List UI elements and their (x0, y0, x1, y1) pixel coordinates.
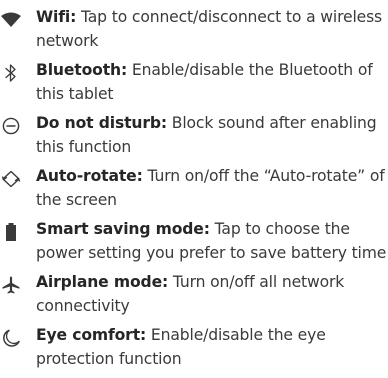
feature-text-do-not-disturb: Do not disturb: Block sound after enabli… (36, 112, 388, 159)
feature-text-eye-comfort: Eye comfort: Enable/disable the eye prot… (36, 324, 388, 371)
feature-title: Bluetooth: (36, 61, 128, 79)
eye-comfort-icon (0, 327, 22, 349)
feature-item-wifi: Wifi: Tap to connect/disconnect to a wir… (0, 6, 388, 53)
battery-icon (0, 221, 22, 243)
feature-item-auto-rotate: Auto-rotate: Turn on/off the “Auto-rotat… (0, 165, 388, 212)
feature-title: Auto-rotate: (36, 167, 143, 185)
feature-item-do-not-disturb: Do not disturb: Block sound after enabli… (0, 112, 388, 159)
do-not-disturb-icon (0, 115, 22, 137)
feature-text-wifi: Wifi: Tap to connect/disconnect to a wir… (36, 6, 388, 53)
wifi-icon (0, 9, 22, 31)
feature-title: Smart saving mode: (36, 220, 210, 238)
feature-title: Eye comfort: (36, 326, 147, 344)
feature-text-airplane-mode: Airplane mode: Turn on/off all network c… (36, 271, 388, 318)
feature-item-eye-comfort: Eye comfort: Enable/disable the eye prot… (0, 324, 388, 371)
auto-rotate-icon (0, 168, 22, 190)
feature-description: Tap to connect/disconnect to a wireless … (36, 8, 383, 50)
feature-text-auto-rotate: Auto-rotate: Turn on/off the “Auto-rotat… (36, 165, 388, 212)
feature-text-bluetooth: Bluetooth: Enable/disable the Bluetooth … (36, 59, 388, 106)
feature-title: Airplane mode: (36, 273, 169, 291)
feature-title: Wifi: (36, 8, 77, 26)
feature-title: Do not disturb: (36, 114, 167, 132)
feature-item-airplane-mode: Airplane mode: Turn on/off all network c… (0, 271, 388, 318)
feature-item-smart-saving-mode: Smart saving mode: Tap to choose the pow… (0, 218, 388, 265)
feature-item-bluetooth: Bluetooth: Enable/disable the Bluetooth … (0, 59, 388, 106)
feature-text-smart-saving-mode: Smart saving mode: Tap to choose the pow… (36, 218, 388, 265)
bluetooth-icon (0, 62, 22, 84)
quick-settings-feature-list: Wifi: Tap to connect/disconnect to a wir… (0, 6, 388, 377)
airplane-icon (0, 274, 22, 296)
